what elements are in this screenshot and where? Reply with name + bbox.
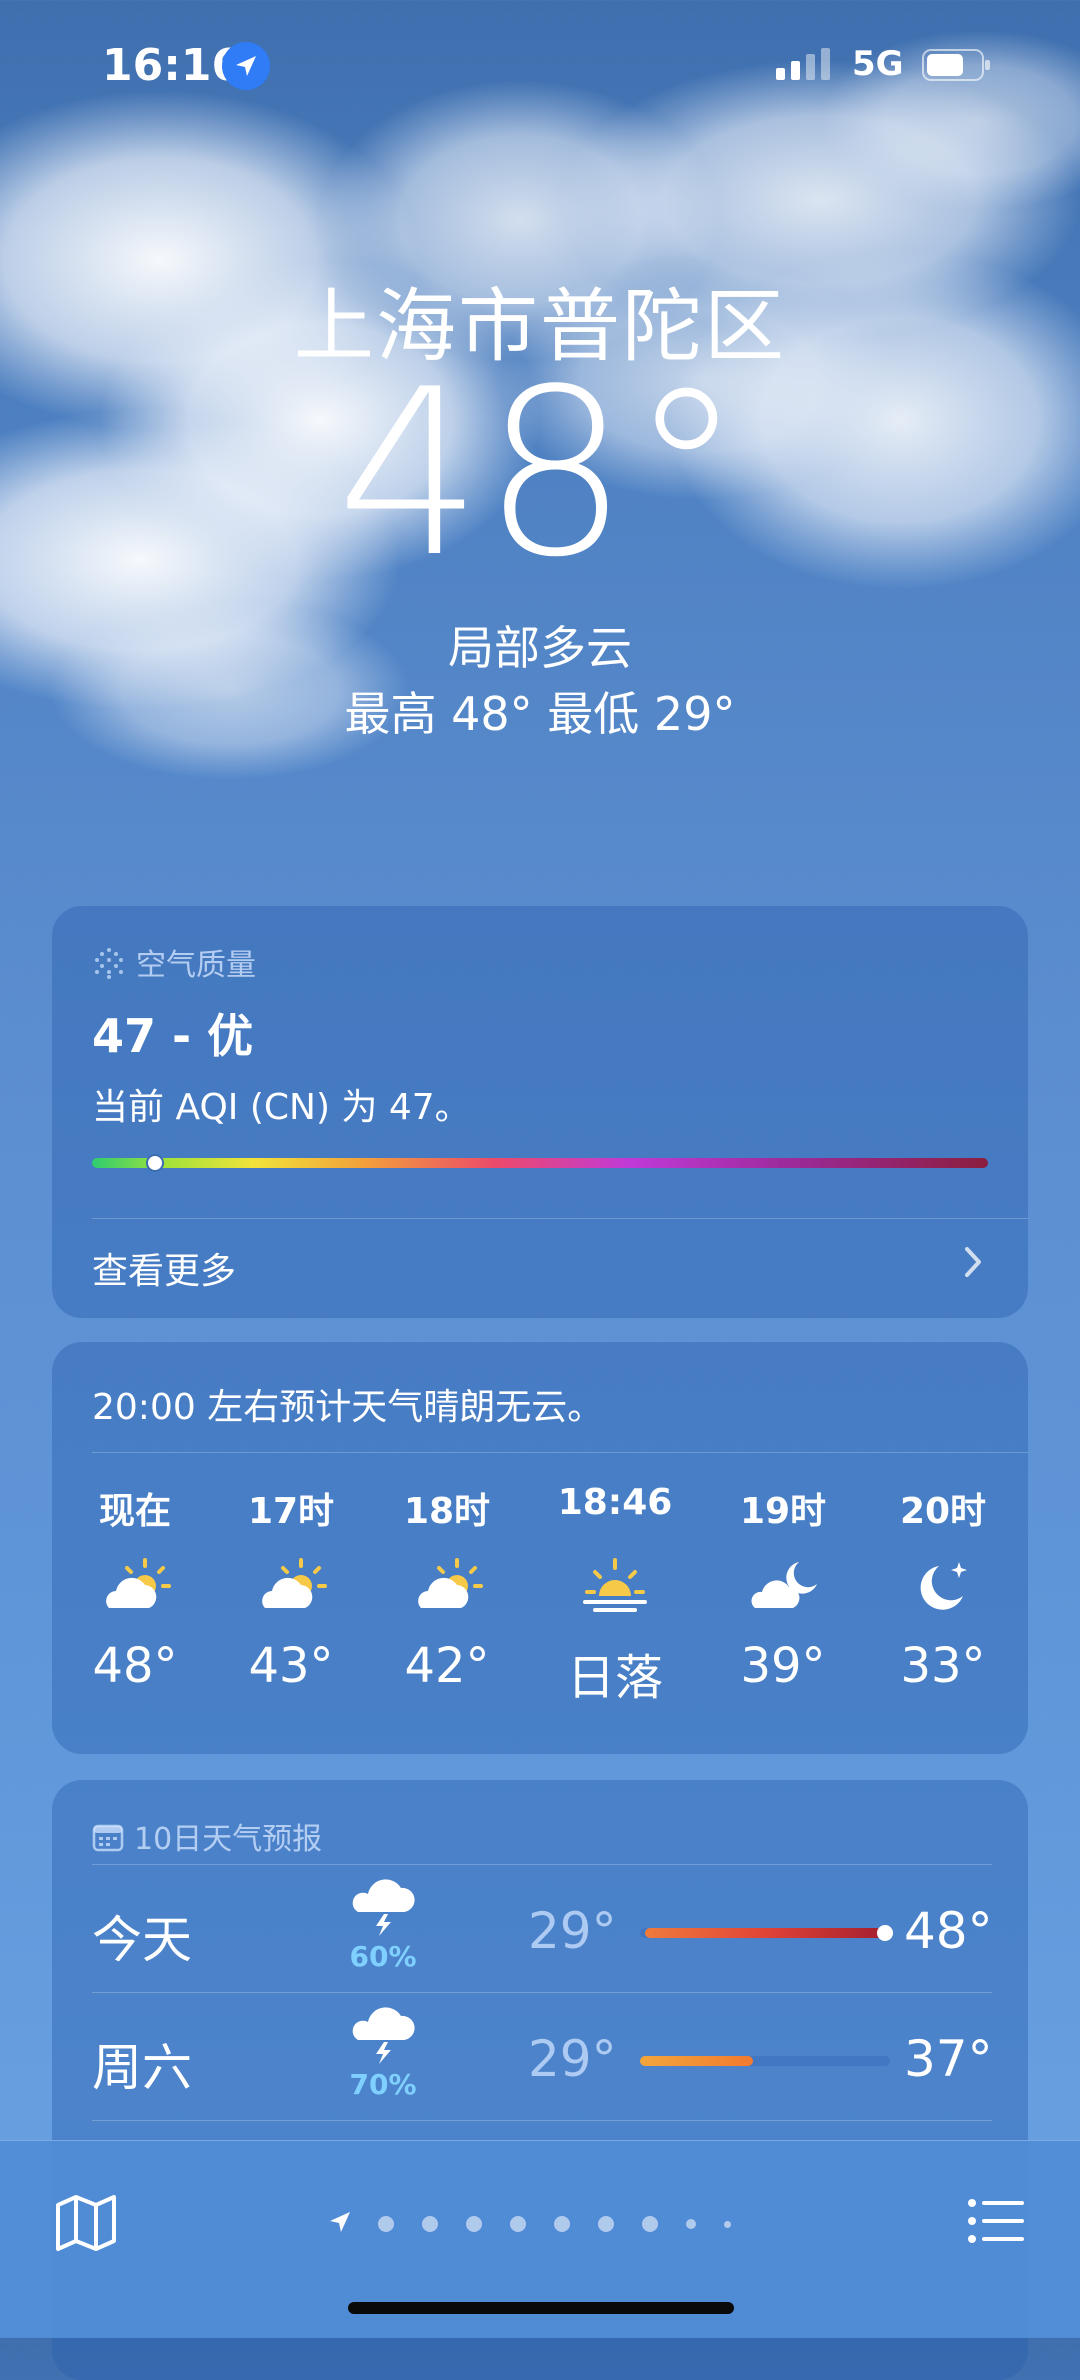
page-dot[interactable] [554, 2216, 570, 2232]
day-label: 周六 [92, 2039, 192, 2097]
air-quality-title: 空气质量 [136, 948, 256, 983]
page-dot[interactable] [466, 2216, 482, 2232]
temperature-range-bar [640, 2056, 890, 2066]
hour-label: 20时 [899, 1491, 987, 1532]
hour-item: 20时 33° [868, 1482, 1018, 1694]
low-temp: 29° [528, 2030, 617, 2088]
partly-cloudy-night-icon [708, 1556, 858, 1616]
thunderstorm-icon: 70% [328, 2004, 438, 2114]
hour-temp: 43° [248, 1638, 334, 1694]
daily-header: 10日天气预报 [92, 1814, 322, 1861]
see-more-link[interactable]: 查看更多 [92, 1242, 236, 1294]
current-temperature: 48° [336, 341, 744, 608]
air-quality-header: 空气质量 [92, 940, 256, 988]
location-arrow-icon [222, 42, 270, 90]
calendar-icon [92, 1821, 124, 1861]
hour-temp: 33° [900, 1638, 986, 1694]
hour-item: 18时 42° [372, 1482, 522, 1694]
page-dot[interactable] [642, 2216, 658, 2232]
temperature-range-fill [645, 1928, 890, 1938]
day-row[interactable]: 周六 70% 29° 37° [52, 1994, 1028, 2120]
page-dot[interactable] [510, 2216, 526, 2232]
daily-divider [92, 1864, 992, 1865]
hour-label: 现在 [98, 1491, 171, 1532]
day-label: 今天 [92, 1911, 192, 1969]
hourly-divider [92, 1452, 1028, 1453]
air-quality-card[interactable]: 空气质量 47 - 优 当前 AQI (CN) 为 47。 查看更多 [52, 906, 1028, 1318]
row-divider [92, 2120, 992, 2121]
map-icon[interactable] [54, 2193, 118, 2253]
partly-sunny-icon [60, 1556, 210, 1616]
precip-chance: 70% [349, 2068, 417, 2101]
cellular-signal-icon [776, 48, 830, 80]
hour-label: 17时 [247, 1491, 335, 1532]
status-bar: 16:16 5G [0, 0, 1080, 130]
aqi-scale-bar [92, 1154, 988, 1172]
aqi-value: 47 - 优 [92, 1009, 254, 1063]
network-type: 5G [852, 44, 904, 84]
thunderstorm-icon: 60% [328, 1876, 438, 1986]
row-divider [92, 1992, 992, 1993]
hourly-forecast-card[interactable]: 20:00 左右预计天气晴朗无云。 现在 48° 17时 43° 18时 42°… [52, 1342, 1028, 1754]
forecast-summary: 20:00 左右预计天气晴朗无云。 [92, 1387, 604, 1428]
aqi-description: 当前 AQI (CN) 为 47。 [92, 1087, 471, 1128]
hour-item: 17时 43° [216, 1482, 366, 1694]
hour-temp: 日落 [566, 1650, 663, 1706]
temperature-range-fill [640, 2056, 753, 2066]
hourly-list[interactable]: 现在 48° 17时 43° 18时 42° 18:46 日落 19时 39° … [52, 1482, 1028, 1742]
high-low-temperature: 最高 48° 最低 29° [344, 687, 736, 741]
current-temp-marker [877, 1925, 893, 1941]
hour-label: 18时 [403, 1491, 491, 1532]
air-quality-icon [92, 946, 126, 988]
home-indicator [348, 2302, 734, 2314]
hour-temp: 42° [404, 1638, 490, 1694]
precip-chance: 60% [349, 1940, 417, 1973]
high-temp: 48° [904, 1902, 993, 1960]
page-indicator[interactable] [326, 2199, 759, 2249]
partly-sunny-icon [372, 1556, 522, 1616]
aqi-divider [92, 1218, 1028, 1219]
sunset-icon [540, 1556, 690, 1616]
aqi-indicator [145, 1154, 164, 1172]
page-dot[interactable] [422, 2216, 438, 2232]
temperature-range-bar [640, 1925, 893, 1941]
page-dot[interactable] [686, 2219, 696, 2229]
hour-item: 现在 48° [60, 1482, 210, 1694]
high-temp: 37° [904, 2030, 993, 2088]
page-dot[interactable] [378, 2216, 394, 2232]
current-location-arrow-icon[interactable] [326, 2208, 354, 2240]
list-icon[interactable] [966, 2191, 1026, 2251]
partly-sunny-icon [216, 1556, 366, 1616]
page-dot[interactable] [598, 2216, 614, 2232]
clear-night-icon [868, 1556, 1018, 1616]
weather-condition: 局部多云 [448, 621, 632, 675]
hour-temp: 48° [92, 1638, 178, 1694]
day-row[interactable]: 今天 60% 29° 48° [52, 1866, 1028, 1992]
hour-label: 18:46 [557, 1482, 673, 1523]
hour-temp: 39° [740, 1638, 826, 1694]
low-temp: 29° [528, 1902, 617, 1960]
chevron-right-icon[interactable] [958, 1244, 988, 1280]
page-dot[interactable] [724, 2220, 731, 2228]
battery-icon [922, 49, 990, 81]
hour-item: 18:46 日落 [540, 1482, 690, 1708]
hour-label: 19时 [739, 1491, 827, 1532]
hour-item: 19时 39° [708, 1482, 858, 1694]
daily-title: 10日天气预报 [134, 1822, 323, 1857]
